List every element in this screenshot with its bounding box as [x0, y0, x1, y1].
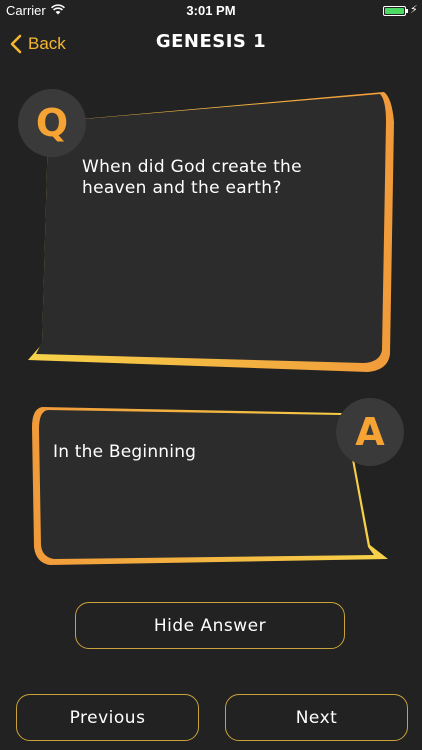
clock: 3:01 PM — [186, 3, 236, 18]
status-bar: Carrier 3:01 PM ⚡ — [0, 0, 422, 22]
answer-card — [32, 407, 388, 565]
answer-text: In the Beginning — [53, 442, 197, 462]
question-badge: Q — [18, 89, 86, 157]
next-button[interactable]: Next — [225, 694, 408, 741]
answer-card-shape — [32, 407, 388, 565]
question-badge-letter: Q — [35, 101, 69, 145]
hide-answer-button[interactable]: Hide Answer — [75, 602, 345, 649]
answer-badge-letter: A — [355, 410, 385, 454]
page-title: GENESIS 1 — [155, 31, 267, 52]
battery-cap — [406, 9, 408, 13]
previous-button[interactable]: Previous — [16, 694, 199, 741]
battery-icon — [383, 6, 406, 16]
answer-badge: A — [336, 398, 404, 466]
question-text: When did God create the heaven and the e… — [82, 157, 302, 198]
bolt-icon: ⚡ — [410, 3, 418, 16]
